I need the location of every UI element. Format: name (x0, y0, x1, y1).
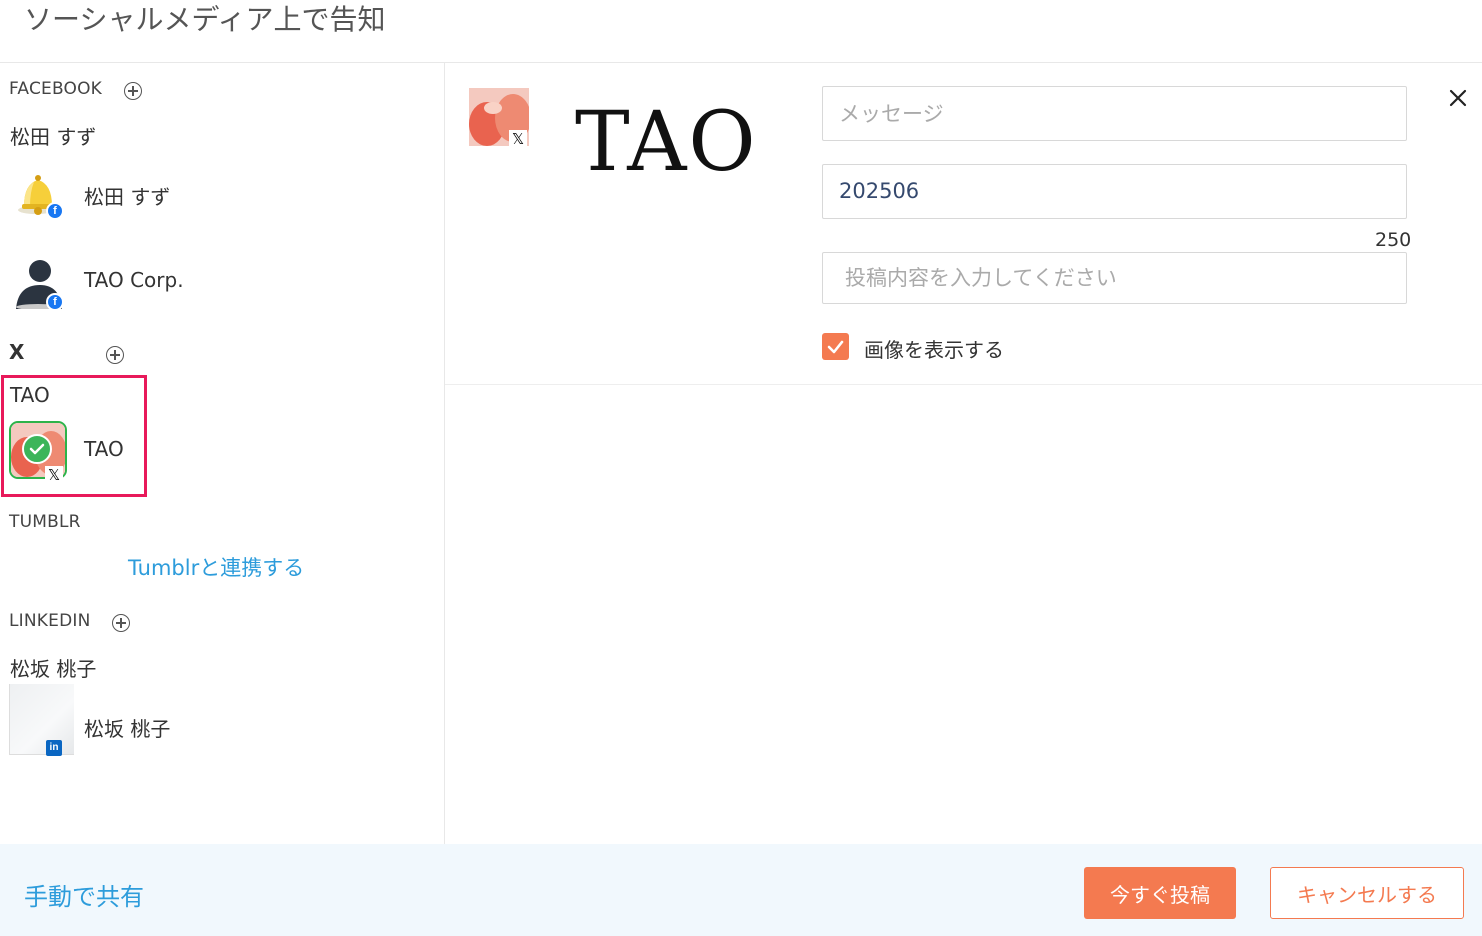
facebook-page-label: TAO Corp. (84, 268, 184, 292)
bell-icon: f (10, 166, 66, 222)
linkedin-section-header: LINKEDIN (9, 611, 91, 631)
manual-share-link[interactable]: 手動で共有 (24, 877, 144, 912)
facebook-section-header: FACEBOOK (9, 79, 103, 99)
x-section-header: X (9, 340, 25, 364)
cancel-button[interactable]: キャンセルする (1270, 867, 1464, 919)
vertical-divider (444, 63, 445, 844)
preview-divider (445, 384, 1482, 385)
facebook-account-name: 松田 すず (10, 125, 97, 149)
dialog-footer (0, 844, 1482, 936)
show-image-checkbox[interactable] (822, 333, 849, 360)
post-content-input[interactable] (822, 252, 1407, 304)
x-badge-icon: 𝕏 (45, 466, 63, 484)
connect-tumblr-link[interactable]: Tumblrと連携する (128, 552, 304, 582)
message-input[interactable] (822, 86, 1407, 141)
x-account-name: TAO (10, 383, 50, 407)
char-counter: 250 (1375, 229, 1412, 251)
tumblr-section-header: TUMBLR (9, 512, 81, 532)
linkedin-account-name: 松坂 桃子 (10, 657, 97, 681)
add-x-account-icon[interactable] (106, 346, 124, 364)
linkedin-account-label: 松坂 桃子 (84, 717, 171, 741)
preview-avatar: 𝕏 (469, 88, 531, 148)
add-facebook-account-icon[interactable] (124, 82, 142, 100)
facebook-page-label: 松田 すず (84, 185, 171, 209)
x-badge-icon: 𝕏 (509, 130, 527, 148)
blurred-photo-avatar (9, 684, 74, 755)
person-silhouette-icon: f (10, 253, 66, 311)
post-title-input[interactable]: 202506 (822, 164, 1407, 219)
x-account-label: TAO (84, 437, 124, 461)
selected-check-icon (22, 434, 52, 464)
preview-logo: TAO (575, 95, 758, 190)
close-icon[interactable] (1444, 84, 1472, 112)
show-image-label: 画像を表示する (864, 338, 1004, 362)
facebook-badge-icon: f (46, 202, 64, 220)
post-now-button[interactable]: 今すぐ投稿 (1084, 867, 1236, 919)
dialog-title: ソーシャルメディア上で告知 (24, 3, 386, 36)
facebook-badge-icon: f (46, 293, 64, 311)
linkedin-badge-icon: in (46, 740, 62, 756)
add-linkedin-account-icon[interactable] (112, 614, 130, 632)
